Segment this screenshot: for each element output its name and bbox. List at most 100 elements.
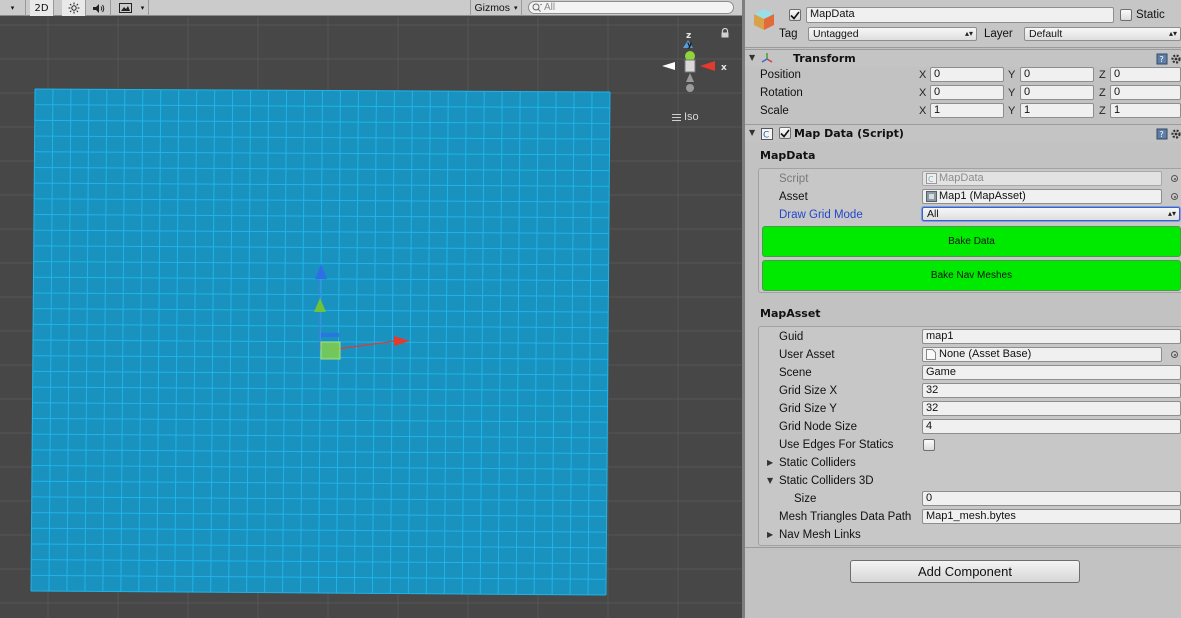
rotation-x-field[interactable]: 0 <box>930 85 1004 100</box>
grid-size-y-label: Grid Size Y <box>779 403 837 415</box>
static-colliders-foldout[interactable]: Static Colliders <box>779 456 856 470</box>
draw-grid-mode-value: All <box>927 208 939 220</box>
gizmo-neg-z-cone[interactable] <box>686 84 694 92</box>
static-label: Static <box>1136 9 1165 21</box>
search-icon <box>532 3 542 12</box>
scene-label: Scene <box>779 367 812 379</box>
scale-x-field[interactable]: 1 <box>930 103 1004 118</box>
grid-node-size-label: Grid Node Size <box>779 421 857 433</box>
gameobject-header: MapData Static Tag Untagged ▴▾ Layer Defa… <box>745 0 1181 48</box>
bake-nav-meshes-button[interactable]: Bake Nav Meshes <box>762 260 1181 291</box>
object-picker-icon[interactable] <box>1171 193 1178 200</box>
gizmos-label: Gizmos <box>474 2 511 14</box>
object-picker-icon <box>1171 175 1178 182</box>
static-colliders-3d-foldout[interactable]: Static Colliders 3D <box>779 474 874 488</box>
layer-dropdown[interactable]: Default ▴▾ <box>1024 27 1181 41</box>
help-book-icon[interactable]: ? <box>1156 53 1168 65</box>
axis-y-label: Y <box>1008 69 1016 81</box>
gear-icon[interactable] <box>1170 128 1181 140</box>
grid-size-y-field[interactable]: 32 <box>922 401 1181 416</box>
script-icon: C <box>926 173 937 184</box>
gizmo-x-cone[interactable] <box>700 61 715 71</box>
nav-mesh-links-foldout[interactable]: Nav Mesh Links <box>779 528 861 542</box>
scene-view[interactable]: ▾ 2D ▾ Gizmos ▾ All z y x Iso <box>0 0 742 618</box>
foldout-collapsed-icon[interactable]: ▶ <box>767 528 773 542</box>
gizmo-center-cube[interactable] <box>684 59 696 73</box>
rotation-z-field[interactable]: 0 <box>1110 85 1181 100</box>
scale-z-field[interactable]: 1 <box>1110 103 1181 118</box>
mapdata-script-header[interactable]: ▼ C Map Data (Script) ? <box>745 124 1181 142</box>
use-edges-checkbox[interactable] <box>923 439 935 451</box>
scene-field[interactable]: Game <box>922 365 1181 380</box>
gizmo-neg-y-cone[interactable] <box>686 73 694 82</box>
svg-text:?: ? <box>1160 55 1164 64</box>
position-z-field[interactable]: 0 <box>1110 67 1181 82</box>
draw-grid-mode-label: Draw Grid Mode <box>779 209 863 221</box>
lighting-toggle-button[interactable] <box>62 0 86 16</box>
gear-icon[interactable] <box>1170 53 1181 65</box>
object-name-field[interactable]: MapData <box>806 7 1114 23</box>
2d-toggle-button[interactable]: 2D <box>30 0 54 16</box>
layer-label: Layer <box>984 28 1013 40</box>
grid-size-x-label: Grid Size X <box>779 385 838 397</box>
foldout-collapsed-icon[interactable]: ▶ <box>767 456 773 470</box>
draw-grid-mode-dropdown[interactable]: All ▴▾ <box>922 207 1180 221</box>
tag-value: Untagged <box>813 28 859 40</box>
audio-icon <box>93 3 105 13</box>
script-label: Script <box>779 173 809 185</box>
foldout-expanded-icon: ▼ <box>749 53 756 62</box>
map-grid-mesh <box>30 88 611 596</box>
asset-icon <box>926 191 937 202</box>
static-checkbox[interactable] <box>1120 9 1132 21</box>
grid-node-size-field[interactable]: 4 <box>922 419 1181 434</box>
gizmo-neg-x-cone[interactable] <box>662 62 675 70</box>
guid-label: Guid <box>779 331 804 343</box>
scene-search-box <box>528 1 734 14</box>
component-separator <box>745 547 1181 548</box>
gizmo-x-label: x <box>721 63 727 73</box>
audio-toggle-button[interactable] <box>87 0 111 16</box>
grid-size-x-field[interactable]: 32 <box>922 383 1181 398</box>
orientation-gizmo[interactable]: z y x <box>660 30 734 98</box>
active-checkbox[interactable] <box>789 9 801 21</box>
mapasset-section-title: MapAsset <box>760 307 821 320</box>
bake-data-button[interactable]: Bake Data <box>762 226 1181 257</box>
mesh-path-field[interactable]: Map1_mesh.bytes <box>922 509 1181 524</box>
position-label: Position <box>760 69 801 81</box>
axis-y-label: Y <box>1008 105 1016 117</box>
effects-dropdown[interactable]: ▾ <box>137 0 149 16</box>
add-component-button[interactable]: Add Component <box>850 560 1080 583</box>
position-x-field[interactable]: 0 <box>930 67 1004 82</box>
transform-header[interactable]: ▼ Transform ? <box>745 49 1181 67</box>
mesh-path-label: Mesh Triangles Data Path <box>779 511 912 523</box>
gizmos-dropdown[interactable]: Gizmos ▾ <box>470 0 522 16</box>
script-value: MapData <box>939 172 984 184</box>
asset-field[interactable]: Map1 (MapAsset) <box>922 189 1162 204</box>
axis-y-label: Y <box>1008 87 1016 99</box>
foldout-expanded-icon: ▼ <box>749 128 756 137</box>
size-field[interactable]: 0 <box>922 491 1181 506</box>
position-y-field[interactable]: 0 <box>1020 67 1094 82</box>
shading-mode-dropdown[interactable]: ▾ <box>0 0 26 16</box>
projection-toggle[interactable]: Iso <box>672 111 699 123</box>
svg-text:C: C <box>928 175 934 184</box>
user-asset-value: None (Asset Base) <box>939 348 1032 360</box>
foldout-expanded-icon[interactable]: ▼ <box>767 474 773 488</box>
effects-toggle-button[interactable] <box>113 0 137 16</box>
object-picker-icon[interactable] <box>1171 351 1178 358</box>
mapdata-section-title: MapData <box>760 149 816 162</box>
use-edges-label: Use Edges For Statics <box>779 439 894 451</box>
mapdata-enabled-checkbox[interactable] <box>779 127 791 139</box>
script-field: C MapData <box>922 171 1162 186</box>
scene-search-input[interactable] <box>542 2 722 13</box>
axis-x-label: X <box>919 105 927 117</box>
2d-toggle-label: 2D <box>34 2 49 14</box>
guid-field[interactable]: map1 <box>922 329 1181 344</box>
axis-z-label: Z <box>1099 105 1106 117</box>
tag-dropdown[interactable]: Untagged ▴▾ <box>808 27 977 41</box>
svg-text:?: ? <box>1160 130 1164 139</box>
help-book-icon[interactable]: ? <box>1156 128 1168 140</box>
rotation-y-field[interactable]: 0 <box>1020 85 1094 100</box>
scale-y-field[interactable]: 1 <box>1020 103 1094 118</box>
user-asset-field[interactable]: None (Asset Base) <box>922 347 1162 362</box>
